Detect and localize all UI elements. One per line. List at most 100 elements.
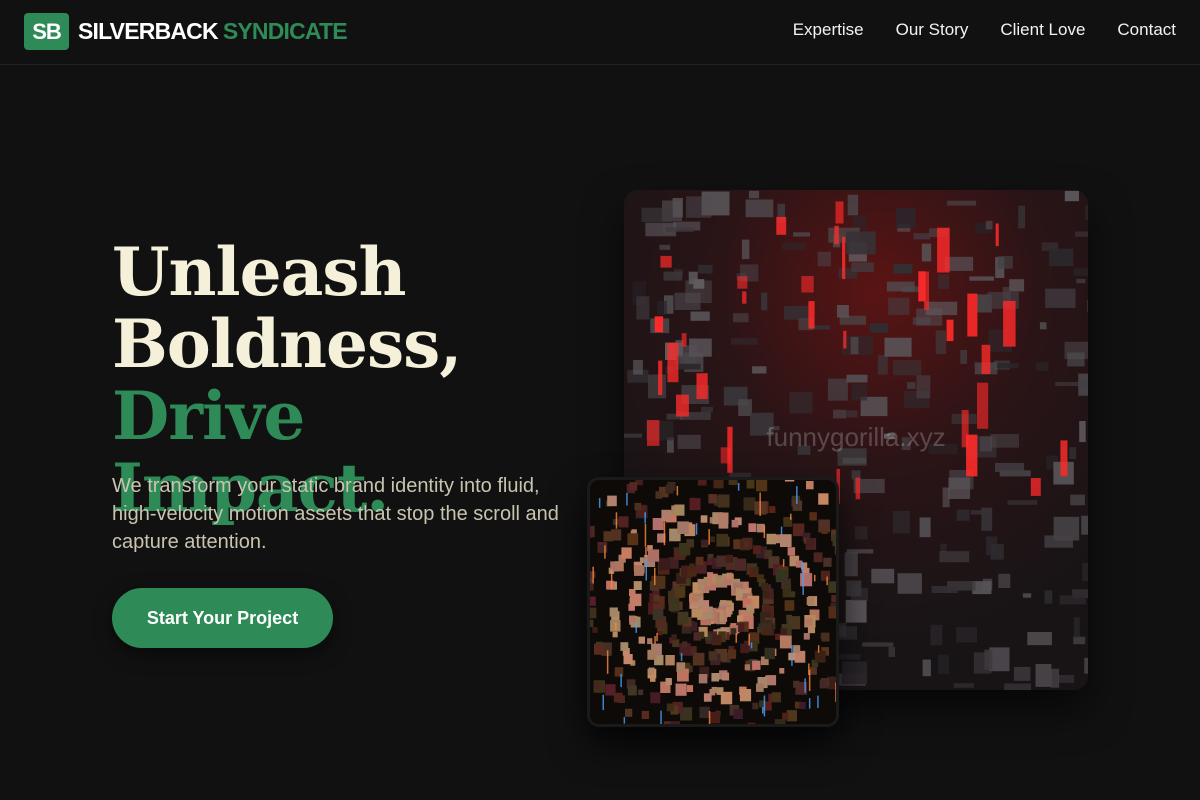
city-block [1064,190,1079,202]
spiral-block [716,533,728,547]
spiral-block [834,546,836,555]
spiral-streak [790,513,792,520]
spiral-block [716,555,727,567]
city-block [854,526,868,540]
spiral-streak [676,486,679,496]
city-block [1057,675,1075,683]
spiral-block [686,539,694,548]
spiral-block [703,693,712,702]
spiral-block [625,708,633,717]
spiral-block [650,692,661,704]
city-glow-tower [808,301,815,329]
city-block [837,654,861,660]
city-block [846,580,862,597]
spiral-streak [663,521,666,546]
spiral-block [828,606,836,619]
city-block [956,509,970,521]
nav-expertise[interactable]: Expertise [793,20,864,40]
city-block [895,208,916,229]
city-block [1013,666,1031,681]
spiral-block [630,593,642,607]
city-block [893,360,922,376]
spiral-block [831,595,836,603]
spiral-block [731,519,739,528]
spiral-streak [817,695,819,708]
spiral-streak [817,645,820,653]
spiral-streak [808,669,811,691]
spiral-block [727,649,737,659]
nav-our-story[interactable]: Our Story [896,20,969,40]
city-block [1027,632,1052,646]
spiral-block [744,541,750,548]
spiral-block [792,523,805,537]
spiral-block [590,526,593,534]
spiral-block [718,517,729,529]
spiral-block [807,625,816,634]
spiral-block [627,685,637,696]
city-block [752,366,767,374]
spiral-block [728,480,738,485]
spiral-block [708,494,717,504]
spiral-block [634,565,644,576]
spiral-block [647,549,660,562]
spiral-block [809,512,817,521]
city-glow-tower [842,236,846,280]
spiral-streak [735,633,737,643]
city-block [827,378,848,401]
city-block [888,297,910,315]
spiral-streak [762,707,764,714]
city-glow-tower [658,360,663,395]
spiral-block [806,597,815,606]
city-block [1009,279,1025,292]
brand-logo[interactable]: SB SILVERBACK SYNDICATE [24,13,348,50]
spiral-streak [645,558,647,581]
spiral-block [621,547,632,559]
city-block [938,654,949,674]
city-block [869,323,889,333]
city-glow-tower [660,255,672,268]
spiral-streak [592,566,594,584]
city-block [841,410,858,418]
spiral-block [828,581,836,593]
spiral-block [832,534,836,547]
spiral-block [634,502,642,511]
spiral-streak [695,523,698,535]
city-block [892,510,910,534]
city-block [922,659,931,677]
spiral-block [708,651,717,661]
spiral-block [782,712,789,720]
spiral-block [771,692,781,703]
spiral-block [780,534,792,547]
spiral-block [676,662,686,672]
spiral-block [803,633,810,640]
spiral-block [638,689,644,696]
nav-contact[interactable]: Contact [1117,20,1176,40]
spiral-block [652,608,664,620]
start-project-button[interactable]: Start Your Project [112,588,333,648]
city-block [930,624,943,646]
city-block [931,586,958,593]
spiral-block [806,481,814,490]
city-block [1048,248,1074,267]
city-block [659,244,671,250]
spiral-block [764,647,775,660]
spiral-block [823,557,832,567]
spiral-block [793,680,800,688]
city-block [1073,268,1088,276]
city-block [844,552,858,577]
spiral-block [725,554,733,563]
city-block [690,311,710,321]
city-block [939,551,970,563]
city-block [982,578,993,591]
city-block [636,296,650,320]
spiral-block [606,580,615,590]
spiral-block [666,703,674,712]
city-glow-tower [855,477,861,500]
spiral-streak [644,523,647,547]
nav-client-love[interactable]: Client Love [1000,20,1085,40]
city-block [851,262,874,272]
city-block [738,399,752,416]
city-glow-tower [834,225,839,245]
city-block [842,661,868,685]
city-block [953,683,974,688]
